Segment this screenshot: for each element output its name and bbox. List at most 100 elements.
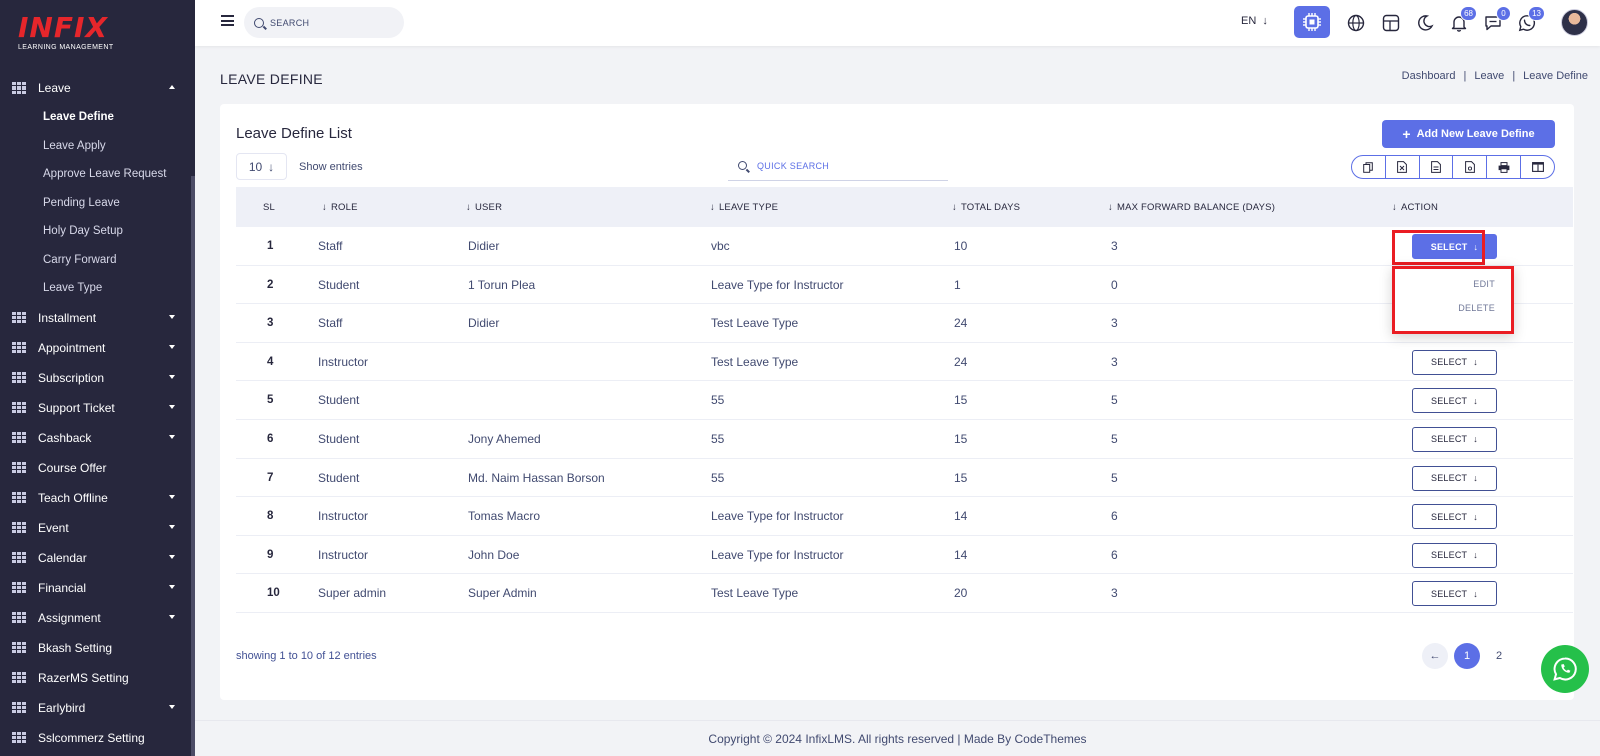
- cell-max-forward: 3: [1111, 316, 1118, 331]
- moon-icon[interactable]: [1416, 14, 1434, 32]
- table-row: 9 Instructor John Doe Leave Type for Ins…: [236, 536, 1573, 575]
- copy-button[interactable]: [1352, 156, 1386, 178]
- sidebar-item-razerms-setting[interactable]: RazerMS Setting: [0, 663, 195, 693]
- sidebar-item-appointment[interactable]: Appointment: [0, 333, 195, 363]
- print-button[interactable]: [1487, 156, 1522, 178]
- breadcrumb-separator: |: [1512, 70, 1516, 82]
- globe-icon[interactable]: [1347, 14, 1365, 32]
- layout-icon[interactable]: [1382, 14, 1400, 32]
- cell-user: Didier: [468, 316, 500, 331]
- th-leave-type[interactable]: ↓ LEAVE TYPE: [710, 187, 778, 227]
- arrow-left-icon: ←: [1429, 650, 1441, 662]
- select-action-button[interactable]: SELECT ↓: [1412, 581, 1497, 607]
- columns-button[interactable]: [1521, 156, 1554, 178]
- submenu-leave-apply[interactable]: Leave Apply: [43, 132, 195, 161]
- showing-entries: showing 1 to 10 of 12 entries: [236, 650, 377, 662]
- prev-page-button[interactable]: ←: [1422, 643, 1448, 669]
- quick-search-input[interactable]: [757, 160, 937, 171]
- arrow-down-icon: ↓: [1473, 511, 1478, 522]
- whatsapp-float-button[interactable]: [1541, 645, 1589, 693]
- breadcrumb-leave[interactable]: Leave: [1474, 70, 1504, 82]
- cell-user: Tomas Macro: [468, 509, 541, 524]
- cell-max-forward: 3: [1111, 586, 1118, 601]
- th-action-label: ACTION: [1400, 201, 1439, 213]
- caret-down-icon: [169, 314, 175, 319]
- cell-total-days: 14: [954, 547, 968, 562]
- th-sl[interactable]: SL: [263, 187, 275, 227]
- cell-role: Student: [318, 393, 360, 408]
- pdf-button[interactable]: [1453, 156, 1488, 178]
- sidebar-item-earlybird[interactable]: Earlybird: [0, 693, 195, 723]
- arrow-down-icon: ↓: [1473, 550, 1478, 561]
- sidebar-item-event[interactable]: Event: [0, 513, 195, 543]
- csv-button[interactable]: [1420, 156, 1454, 178]
- sidebar-item-assignment[interactable]: Assignment: [0, 603, 195, 633]
- sidebar-item-financial[interactable]: Financial: [0, 573, 195, 603]
- select-action-button[interactable]: SELECT ↓: [1412, 504, 1497, 530]
- sidebar-item-label: Support Ticket: [38, 400, 115, 415]
- sidebar-item-teach-offline[interactable]: Teach Offline: [0, 483, 195, 513]
- th-total-days[interactable]: ↓ TOTAL DAYS: [952, 187, 1020, 227]
- arrow-down-icon: ↓: [1473, 473, 1478, 484]
- cell-user: Super Admin: [468, 586, 537, 601]
- breadcrumb-dashboard[interactable]: Dashboard: [1402, 70, 1456, 82]
- cell-sl: 9: [267, 548, 274, 561]
- page-title: LEAVE DEFINE: [220, 71, 323, 87]
- grid-icon: [12, 731, 26, 744]
- cell-total-days: 15: [954, 393, 968, 408]
- th-max-forward[interactable]: ↓ MAX FORWARD BALANCE (DAYS): [1108, 187, 1275, 227]
- bell-icon[interactable]: 68: [1450, 6, 1477, 32]
- hamburger-menu-icon[interactable]: [221, 15, 234, 26]
- submenu-pending-leave[interactable]: Pending Leave: [43, 189, 195, 218]
- search-input[interactable]: [270, 17, 390, 28]
- submenu-carry-forward[interactable]: Carry Forward: [43, 246, 195, 275]
- grid-icon: [12, 641, 26, 654]
- sort-arrow-icon: ↓: [322, 201, 327, 213]
- sidebar-item-bkash-setting[interactable]: Bkash Setting: [0, 633, 195, 663]
- select-action-button[interactable]: SELECT ↓: [1412, 426, 1497, 452]
- submenu-holy-day-setup[interactable]: Holy Day Setup: [43, 217, 195, 246]
- chip-button[interactable]: [1294, 6, 1330, 38]
- sidebar-menu: Leave Leave Define Leave Apply Approve L…: [0, 73, 195, 753]
- submenu-leave-define[interactable]: Leave Define: [43, 103, 195, 132]
- submenu-approve-leave-request[interactable]: Approve Leave Request: [43, 160, 195, 189]
- sidebar-item-sslcommerz-setting[interactable]: Sslcommerz Setting: [0, 723, 195, 753]
- select-action-button[interactable]: SELECT ↓: [1412, 542, 1497, 568]
- grid-icon: [12, 341, 26, 354]
- language-selector[interactable]: EN ↓: [1241, 15, 1268, 27]
- select-action-button[interactable]: SELECT ↓: [1412, 388, 1497, 414]
- entries-select[interactable]: 10 ↓: [236, 153, 287, 180]
- page-1-button[interactable]: 1: [1454, 643, 1480, 669]
- sidebar-item-subscription[interactable]: Subscription: [0, 363, 195, 393]
- excel-button[interactable]: [1386, 156, 1420, 178]
- sidebar-item-label: Leave: [38, 81, 71, 95]
- arrow-down-icon: ↓: [1473, 434, 1478, 445]
- th-user[interactable]: ↓ USER: [466, 187, 502, 227]
- submenu-leave-type[interactable]: Leave Type: [43, 274, 195, 303]
- select-action-button[interactable]: SELECT ↓: [1412, 465, 1497, 491]
- add-new-leave-define-button[interactable]: + Add New Leave Define: [1382, 120, 1555, 148]
- select-action-button[interactable]: SELECT ↓: [1412, 349, 1497, 375]
- sidebar-item-leave[interactable]: Leave: [0, 73, 195, 103]
- chat-icon[interactable]: 0: [1484, 6, 1511, 32]
- cell-sl: 5: [267, 394, 274, 407]
- sidebar-scrollbar[interactable]: [191, 176, 195, 756]
- th-role[interactable]: ↓ ROLE: [322, 187, 358, 227]
- sidebar-item-support-ticket[interactable]: Support Ticket: [0, 393, 195, 423]
- sidebar-item-course-offer[interactable]: Course Offer: [0, 453, 195, 483]
- sidebar-item-installment[interactable]: Installment: [0, 303, 195, 333]
- whatsapp-icon[interactable]: 13: [1518, 6, 1545, 32]
- table-row: 3 Staff Didier Test Leave Type 24 3: [236, 304, 1573, 343]
- logo[interactable]: INFIX LEARNING MANAGEMENT: [18, 14, 168, 60]
- avatar[interactable]: [1561, 9, 1588, 36]
- page-2-button[interactable]: 2: [1486, 643, 1512, 669]
- copyright-text: Copyright © 2024 InfixLMS. All rights re…: [708, 731, 1087, 746]
- th-action[interactable]: ↓ ACTION: [1392, 187, 1438, 227]
- cell-max-forward: 6: [1111, 509, 1118, 524]
- sidebar-item-cashback[interactable]: Cashback: [0, 423, 195, 453]
- grid-icon: [12, 82, 26, 94]
- th-user-label: USER: [474, 201, 503, 213]
- sidebar-item-calendar[interactable]: Calendar: [0, 543, 195, 573]
- edit-option[interactable]: EDIT: [1473, 279, 1495, 289]
- delete-option[interactable]: DELETE: [1458, 303, 1495, 313]
